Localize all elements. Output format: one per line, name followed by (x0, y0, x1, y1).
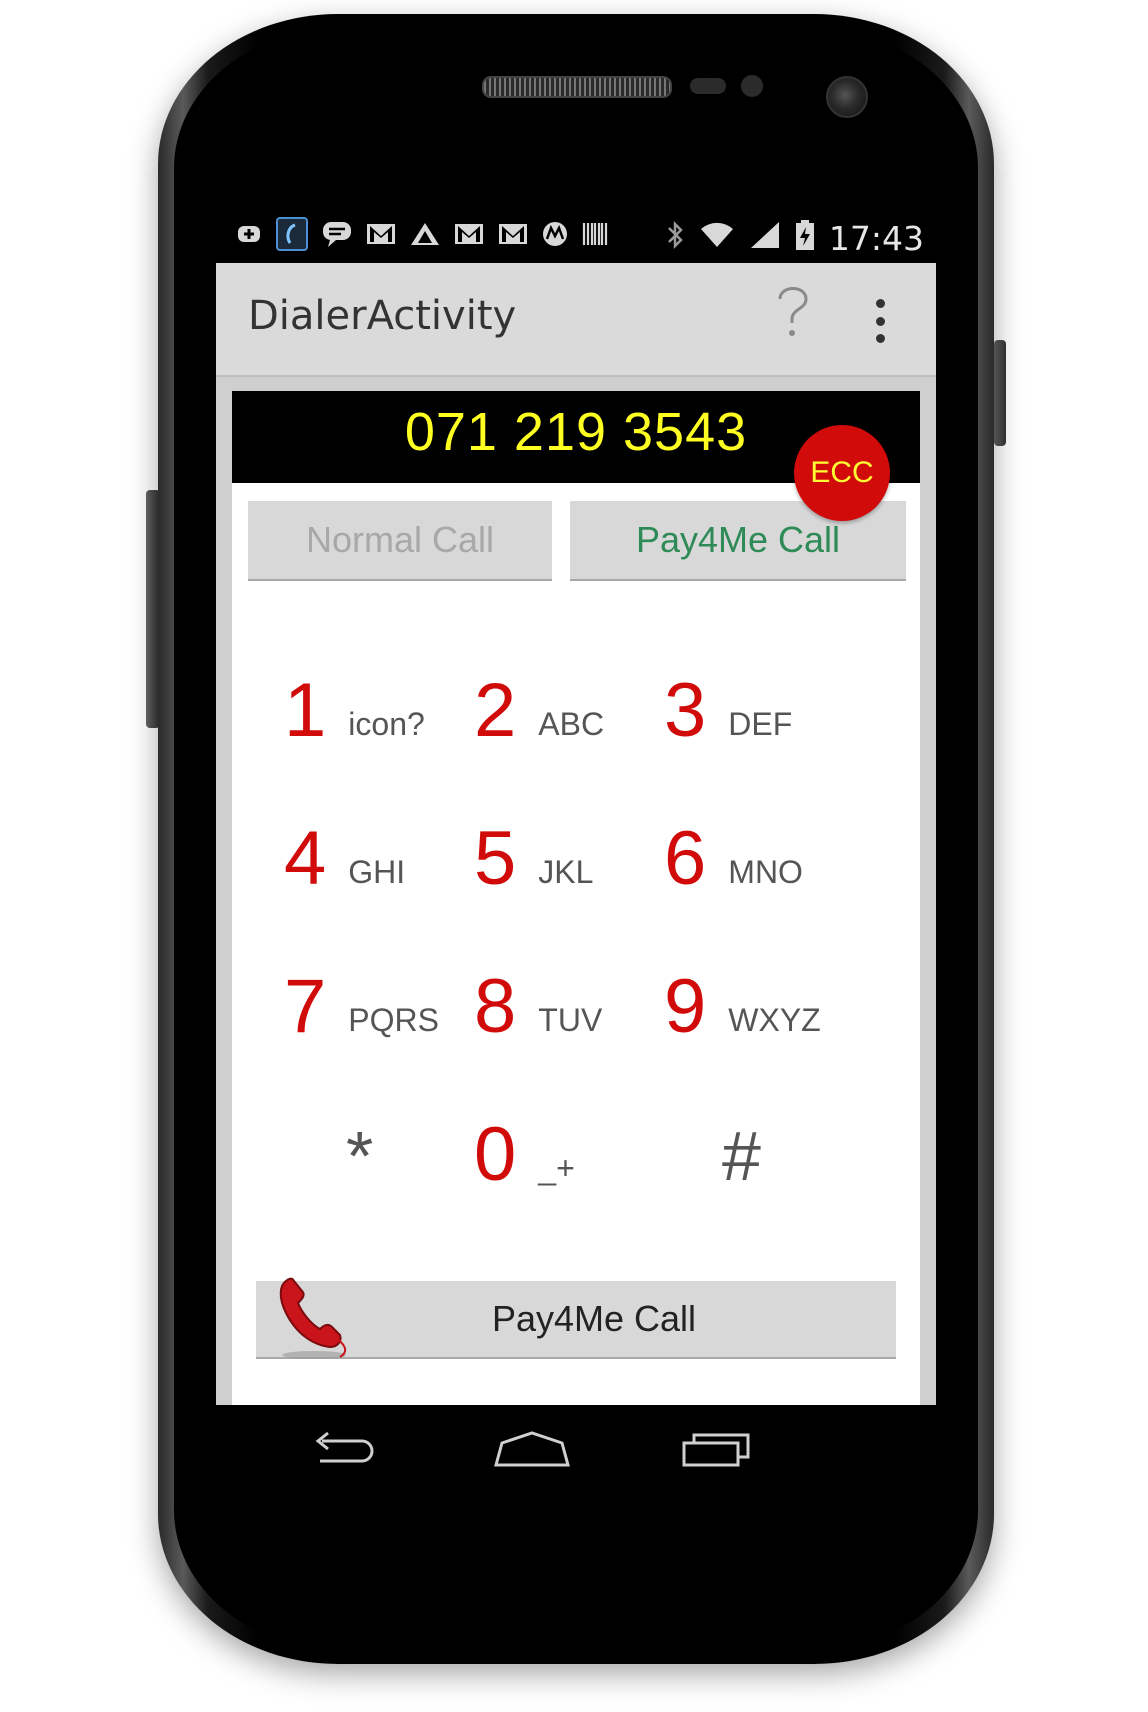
key-letters: icon? (348, 706, 425, 742)
key-letters: PQRS (348, 1002, 439, 1038)
gmail-icon (498, 221, 528, 255)
proximity-sensor (690, 78, 726, 94)
key-digit: 3 (664, 668, 707, 753)
question-icon[interactable] (772, 283, 812, 357)
normal-call-button[interactable]: Normal Call (248, 501, 552, 581)
overflow-menu-icon[interactable] (876, 299, 886, 343)
battery-charging-icon (795, 219, 815, 258)
key-symbol: # (722, 1117, 761, 1195)
power-button (994, 340, 1006, 446)
status-bar: 17:43 (216, 213, 936, 263)
key-3[interactable]: 3 DEF (664, 619, 864, 749)
front-camera (826, 76, 868, 118)
earpiece-speaker (482, 76, 672, 98)
key-letters: WXYZ (728, 1002, 821, 1038)
stage: 17:43 DialerActivity 071 219 3543 Normal… (0, 0, 1148, 1712)
phone-app-icon (276, 216, 308, 260)
signal-icon (749, 220, 781, 257)
key-letters: GHI (348, 854, 406, 890)
status-clock: 17:43 (828, 218, 924, 258)
gmail-icon (366, 221, 396, 255)
app-title: DialerActivity (248, 293, 517, 339)
key-hash[interactable]: # (722, 1061, 922, 1191)
key-5[interactable]: 5 JKL (474, 767, 674, 897)
key-digit: 1 (284, 668, 327, 753)
key-6[interactable]: 6 MNO (664, 767, 864, 897)
key-letters: MNO (728, 854, 803, 890)
system-icons: 17:43 (665, 218, 924, 258)
key-4[interactable]: 4 GHI (284, 767, 484, 897)
dialer-content: 071 219 3543 Normal Call Pay4Me Call ECC… (232, 391, 920, 1473)
key-letters: JKL (538, 854, 594, 890)
barcode-icon (582, 221, 608, 256)
key-8[interactable]: 8 TUV (474, 915, 674, 1045)
notification-icons (236, 216, 608, 257)
key-digit: 2 (474, 668, 517, 753)
bluetooth-icon (665, 220, 685, 257)
recent-apps-icon[interactable] (676, 1427, 756, 1475)
motorola-icon (542, 221, 568, 256)
key-symbol: * (346, 1117, 374, 1195)
gmail-icon (454, 221, 484, 255)
pay4me-call-button[interactable]: Pay4Me Call (256, 1277, 896, 1359)
key-letters: DEF (728, 706, 793, 742)
key-letters: TUV (538, 1002, 603, 1038)
navigation-bar (216, 1405, 936, 1493)
chat-bubble-icon (322, 220, 352, 257)
key-2[interactable]: 2 ABC (474, 619, 674, 749)
ecc-badge[interactable]: ECC (794, 425, 890, 521)
key-digit: 5 (474, 816, 517, 901)
key-digit: 0 (474, 1112, 517, 1197)
key-7[interactable]: 7 PQRS (284, 915, 484, 1045)
action-bar: DialerActivity (216, 263, 936, 377)
back-icon[interactable] (308, 1427, 378, 1475)
key-letters: ABC (538, 706, 605, 742)
key-digit: 4 (284, 816, 327, 901)
screen: 17:43 DialerActivity 071 219 3543 Normal… (216, 213, 936, 1493)
key-digit: 7 (284, 964, 327, 1049)
light-sensor (741, 75, 763, 97)
key-9[interactable]: 9 WXYZ (664, 915, 864, 1045)
key-digit: 8 (474, 964, 517, 1049)
call-button-label: Pay4Me Call (491, 1298, 697, 1339)
home-icon[interactable] (492, 1427, 572, 1475)
key-letters: _+ (538, 1150, 575, 1186)
key-digit: 9 (664, 964, 707, 1049)
triangle-logo-icon (410, 221, 440, 256)
plus-box-icon (236, 221, 262, 256)
key-1[interactable]: 1 icon? (284, 619, 484, 749)
wifi-icon (699, 221, 735, 256)
phone-handset-icon (274, 1267, 354, 1363)
key-digit: 6 (664, 816, 707, 901)
key-0[interactable]: 0 _+ (474, 1063, 674, 1193)
